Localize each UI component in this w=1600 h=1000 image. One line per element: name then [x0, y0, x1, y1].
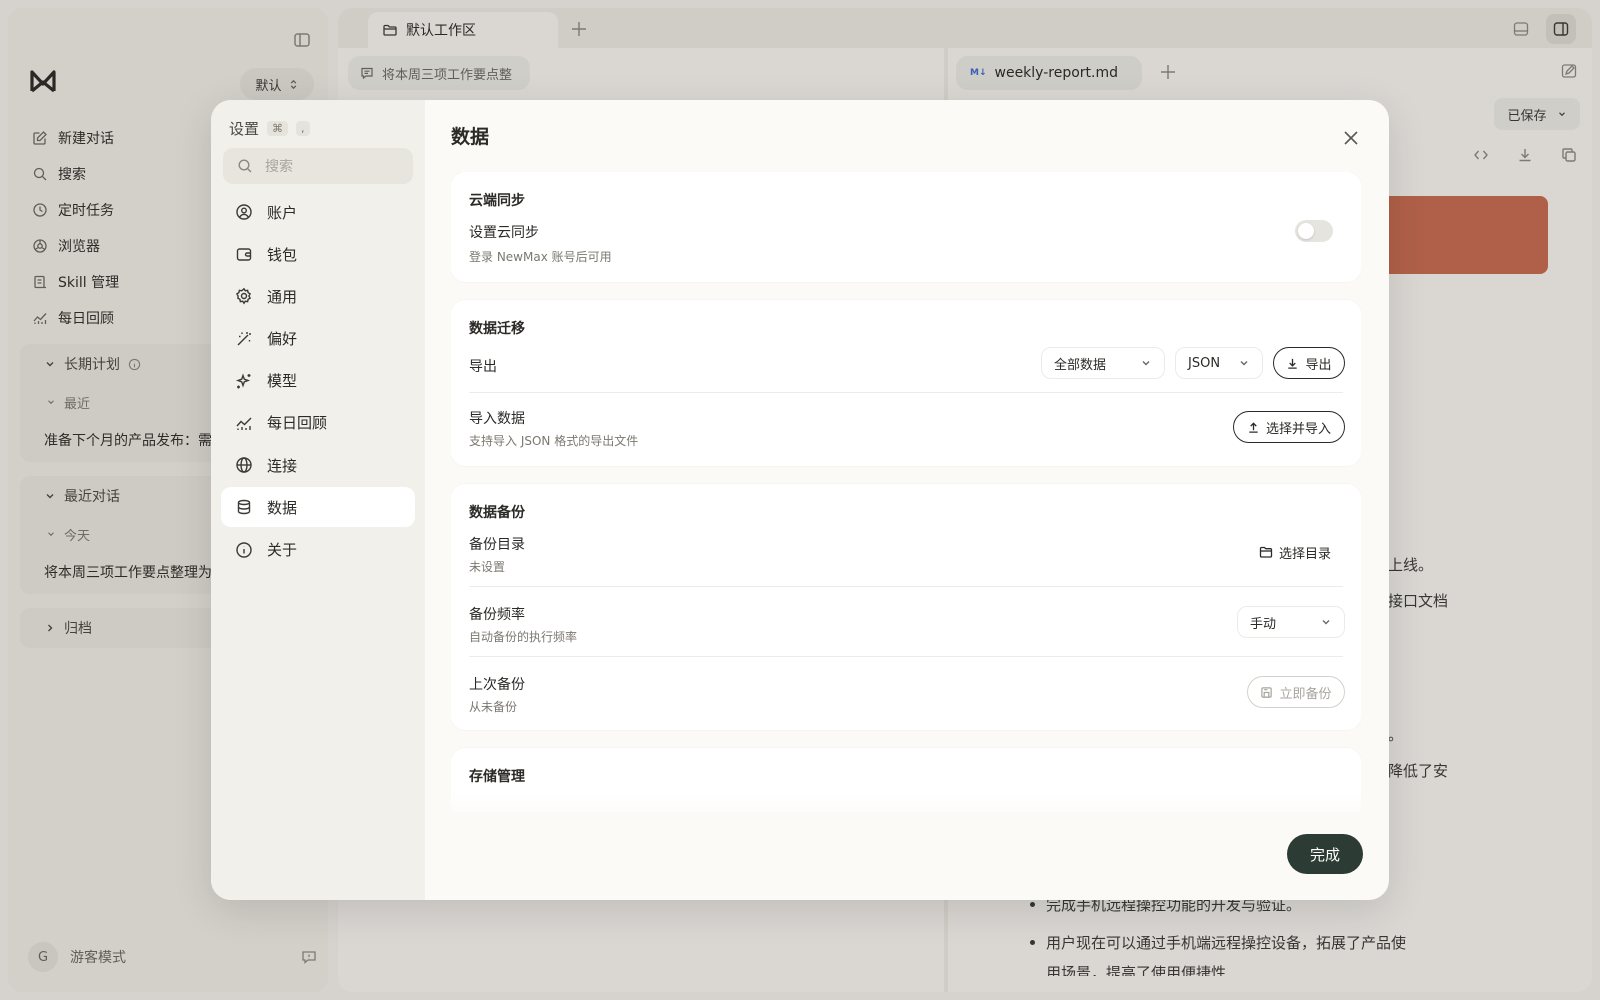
backup-now-button[interactable]: 立即备份 [1247, 676, 1345, 708]
divider [469, 392, 1343, 393]
sparkles-icon [235, 373, 251, 389]
backup-frequency-label: 备份频率 [469, 607, 525, 623]
settings-page-title: 数据 [451, 126, 490, 148]
save-disk-icon [1261, 686, 1273, 698]
download-icon [1288, 358, 1298, 369]
app-window: 默认 新建对话 搜索 定时任务 浏览器 Skill 管理 每日回顾 长期计划 最… [0, 0, 1600, 1000]
import-label: 导入数据 [469, 411, 525, 427]
select-and-import-button[interactable]: 选择并导入 [1233, 411, 1345, 443]
info-icon [236, 541, 252, 558]
chevron-down-icon [1322, 620, 1330, 625]
settings-nav-connection[interactable]: 连接 [221, 445, 415, 485]
scroll-fade [451, 792, 1361, 812]
settings-nav-about[interactable]: 关于 [221, 530, 415, 570]
export-format-select[interactable]: JSON [1175, 347, 1263, 379]
card-title: 云端同步 [469, 193, 525, 209]
card-title: 存储管理 [469, 769, 525, 785]
backup-frequency-value: 手动 [1250, 616, 1277, 632]
settings-nav-account[interactable]: 账户 [221, 192, 415, 232]
import-description: 支持导入 JSON 格式的导出文件 [469, 434, 639, 448]
search-placeholder: 搜索 [265, 159, 293, 175]
gear-icon [235, 288, 252, 305]
settings-nav: 账户 钱包 通用 偏好 模型 每日回顾 连接 数据 关于 [221, 192, 415, 572]
globe-icon [236, 457, 252, 473]
chart-line-icon [236, 417, 252, 430]
backup-frequency-description: 自动备份的执行频率 [469, 630, 578, 644]
cloud-sync-description: 登录 NewMax 账号后可用 [469, 250, 612, 264]
settings-nav-data[interactable]: 数据 [221, 487, 415, 528]
last-backup-value: 从未备份 [469, 700, 518, 714]
settings-nav-label: 通用 [267, 287, 298, 306]
settings-nav-label: 账户 [267, 203, 298, 222]
close-icon[interactable] [1341, 128, 1361, 148]
settings-content: 云端同步 设置云同步 登录 NewMax 账号后可用 数据迁移 导出 全部数据 … [451, 172, 1361, 812]
chevron-down-icon [1240, 361, 1248, 366]
settings-nav-general[interactable]: 通用 [221, 276, 415, 316]
folder-icon [1259, 546, 1273, 558]
export-scope-select[interactable]: 全部数据 [1041, 347, 1165, 379]
settings-nav-model[interactable]: 模型 [221, 361, 415, 401]
settings-nav-wallet[interactable]: 钱包 [221, 234, 415, 274]
data-backup-card: 数据备份 备份目录 未设置 选择目录 备份频率 自动备份的执行频率 手动 上次备… [451, 484, 1361, 730]
card-title: 数据备份 [469, 505, 525, 521]
backup-now-label: 立即备份 [1279, 686, 1332, 702]
settings-nav-label: 数据 [267, 498, 298, 517]
search-icon [238, 159, 252, 173]
cloud-sync-toggle[interactable] [1295, 220, 1333, 242]
export-button[interactable]: 导出 [1273, 347, 1345, 379]
magic-wand-icon [237, 331, 251, 346]
settings-nav-label: 钱包 [267, 245, 298, 264]
settings-title-label: 设置 [229, 120, 260, 138]
select-directory-label: 选择目录 [1279, 546, 1332, 562]
shortcut-key: ⌘ [267, 121, 289, 136]
export-button-label: 导出 [1305, 357, 1332, 373]
settings-nav-preferences[interactable]: 偏好 [221, 319, 415, 359]
data-migration-card: 数据迁移 导出 全部数据 JSON 导出 导入数据 支持导入 JSON 格式的导… [451, 300, 1361, 466]
settings-title: 设置 ⌘ , [229, 118, 310, 139]
done-button[interactable]: 完成 [1287, 834, 1363, 874]
upload-icon [1249, 421, 1258, 433]
divider [469, 586, 1343, 587]
export-scope-value: 全部数据 [1054, 357, 1107, 373]
settings-dialog: 设置 ⌘ , 搜索 账户 钱包 通用 偏好 模型 每日回顾 连接 数据 关于 数… [211, 100, 1389, 900]
cloud-sync-card: 云端同步 设置云同步 登录 NewMax 账号后可用 [451, 172, 1361, 282]
divider [469, 656, 1343, 657]
import-button-label: 选择并导入 [1265, 421, 1331, 437]
wallet-icon [236, 248, 252, 261]
shortcut-key: , [296, 121, 310, 136]
database-icon [237, 500, 251, 515]
card-title: 数据迁移 [469, 321, 525, 337]
backup-dir-value: 未设置 [469, 560, 506, 574]
settings-search-input[interactable]: 搜索 [223, 148, 413, 184]
export-label: 导出 [469, 359, 497, 375]
settings-nav-label: 偏好 [267, 330, 298, 349]
settings-nav-daily-review[interactable]: 每日回顾 [221, 403, 415, 443]
select-directory-button[interactable]: 选择目录 [1259, 536, 1331, 568]
settings-nav-label: 模型 [267, 372, 298, 391]
settings-nav-label: 连接 [267, 456, 298, 475]
settings-nav-label: 关于 [267, 541, 298, 559]
settings-nav-label: 每日回顾 [267, 414, 328, 433]
backup-dir-label: 备份目录 [469, 537, 525, 553]
backup-frequency-select[interactable]: 手动 [1237, 606, 1345, 638]
cloud-sync-label: 设置云同步 [469, 225, 539, 241]
last-backup-label: 上次备份 [469, 677, 525, 693]
settings-sidebar: 设置 ⌘ , 搜索 账户 钱包 通用 偏好 模型 每日回顾 连接 数据 关于 [211, 100, 425, 900]
user-circle-icon [236, 204, 252, 220]
chevron-down-icon [1142, 361, 1150, 366]
export-format-value: JSON [1188, 355, 1221, 371]
